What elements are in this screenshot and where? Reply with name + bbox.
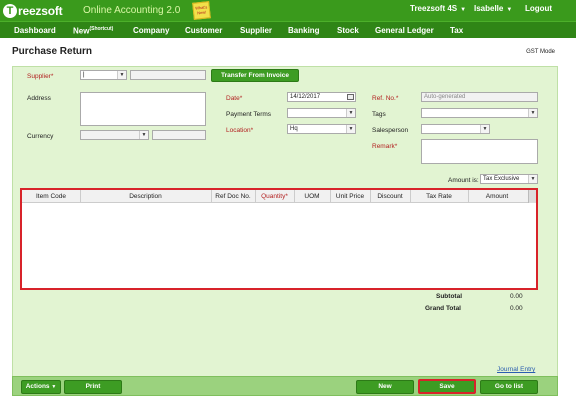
col-discount[interactable]: Discount bbox=[370, 193, 410, 200]
main-navigation: Dashboard New(Shortcut) Company Customer… bbox=[0, 21, 576, 38]
ref-no-label: Ref. No.* bbox=[372, 95, 399, 102]
date-input[interactable]: 14/12/2017 bbox=[287, 92, 356, 102]
new-button[interactable]: New bbox=[356, 380, 414, 394]
chevron-down-icon[interactable]: ▼ bbox=[528, 109, 537, 117]
chevron-down-icon: ▼ bbox=[460, 7, 467, 13]
date-label: Date* bbox=[226, 95, 243, 102]
transfer-from-invoice-button[interactable]: Transfer From Invoice bbox=[211, 69, 299, 82]
tags-select[interactable]: ▼ bbox=[421, 108, 538, 118]
location-value: Hq bbox=[290, 126, 298, 132]
calendar-icon[interactable] bbox=[347, 94, 354, 100]
actions-button[interactable]: Actions ▼ bbox=[21, 380, 61, 394]
whats-new-badge[interactable]: What's New! bbox=[192, 1, 211, 20]
organization-menu[interactable]: Treezsoft 4S ▼ bbox=[410, 4, 466, 13]
treezsoft-logo[interactable]: T reezsoft bbox=[3, 2, 63, 19]
supplier-select[interactable]: | ▼ bbox=[80, 70, 127, 80]
chevron-down-icon: ▼ bbox=[506, 7, 513, 13]
currency-label: Currency bbox=[27, 133, 54, 140]
col-amount[interactable]: Amount bbox=[468, 193, 526, 200]
nav-company[interactable]: Company bbox=[133, 26, 169, 35]
chevron-down-icon[interactable]: ▼ bbox=[346, 109, 355, 117]
col-unit-price[interactable]: Unit Price bbox=[330, 193, 370, 200]
print-button[interactable]: Print bbox=[64, 380, 122, 394]
ref-no-field[interactable]: Auto-generated bbox=[421, 92, 538, 102]
chevron-down-icon[interactable]: ▼ bbox=[346, 125, 355, 133]
chevron-down-icon[interactable]: ▼ bbox=[117, 71, 126, 79]
user-name: Isabelle bbox=[474, 4, 504, 13]
col-item-code[interactable]: Item Code bbox=[22, 193, 80, 200]
col-description[interactable]: Description bbox=[80, 193, 211, 200]
address-textarea[interactable] bbox=[80, 92, 206, 126]
actions-label: Actions bbox=[25, 383, 50, 390]
col-quantity[interactable]: Quantity* bbox=[255, 193, 294, 200]
chevron-down-icon[interactable]: ▼ bbox=[139, 131, 148, 139]
logout-link[interactable]: Logout bbox=[525, 4, 552, 13]
gst-mode-label: GST Mode bbox=[526, 49, 555, 55]
item-grid-header: Item Code Description Ref Doc No. Quanti… bbox=[22, 190, 536, 203]
nav-stock[interactable]: Stock bbox=[337, 26, 359, 35]
user-menu[interactable]: Isabelle ▼ bbox=[474, 4, 512, 13]
supplier-label: Supplier* bbox=[27, 73, 54, 80]
date-value: 14/12/2017 bbox=[290, 94, 321, 100]
payment-terms-select[interactable]: ▼ bbox=[287, 108, 356, 118]
page-title: Purchase Return bbox=[12, 46, 93, 57]
salesperson-select[interactable]: ▼ bbox=[421, 124, 490, 134]
top-header-bar: T reezsoft Online Accounting 2.0 What's … bbox=[0, 0, 576, 21]
nav-dashboard[interactable]: Dashboard bbox=[14, 26, 56, 35]
col-ref-doc-no[interactable]: Ref Doc No. bbox=[211, 193, 255, 200]
location-select[interactable]: Hq ▼ bbox=[287, 124, 356, 134]
ref-no-value: Auto-generated bbox=[424, 94, 466, 100]
item-grid[interactable]: Item Code Description Ref Doc No. Quanti… bbox=[20, 188, 538, 290]
save-button[interactable]: Save bbox=[418, 379, 476, 394]
exchange-rate-field[interactable] bbox=[152, 130, 206, 140]
app-subtitle: Online Accounting 2.0 bbox=[83, 5, 181, 16]
amount-is-select[interactable]: Tax Exclusive ▼ bbox=[480, 174, 538, 184]
nav-new-shortcut[interactable]: New(Shortcut) bbox=[73, 26, 113, 36]
organization-name: Treezsoft 4S bbox=[410, 4, 458, 13]
grand-total-value: 0.00 bbox=[510, 305, 523, 312]
subtotal-label: Subtotal bbox=[436, 293, 462, 300]
grid-scrollbar[interactable] bbox=[528, 190, 536, 203]
journal-entry-link[interactable]: Journal Entry bbox=[497, 366, 535, 373]
col-tax-rate[interactable]: Tax Rate bbox=[410, 193, 468, 200]
chevron-down-icon[interactable]: ▼ bbox=[528, 175, 537, 183]
grand-total-label: Grand Total bbox=[425, 305, 461, 312]
logo-icon: T bbox=[3, 3, 17, 18]
amount-is-label: Amount is: bbox=[448, 177, 479, 184]
nav-tax[interactable]: Tax bbox=[450, 26, 463, 35]
nav-new-suffix: (Shortcut) bbox=[89, 26, 114, 32]
salesperson-label: Salesperson bbox=[372, 127, 409, 134]
remark-label: Remark* bbox=[372, 143, 398, 150]
chevron-down-icon[interactable]: ▼ bbox=[480, 125, 489, 133]
nav-new-label: New bbox=[73, 26, 90, 36]
caret-down-icon: ▼ bbox=[51, 384, 57, 390]
nav-general-ledger[interactable]: General Ledger bbox=[375, 26, 434, 35]
remark-textarea[interactable] bbox=[421, 139, 538, 164]
supplier-name-field[interactable] bbox=[130, 70, 206, 80]
subtotal-value: 0.00 bbox=[510, 293, 523, 300]
go-to-list-button[interactable]: Go to list bbox=[480, 380, 538, 394]
nav-banking[interactable]: Banking bbox=[288, 26, 320, 35]
tags-label: Tags bbox=[372, 111, 386, 118]
amount-is-value: Tax Exclusive bbox=[483, 176, 520, 182]
location-label: Location* bbox=[226, 127, 254, 134]
address-label: Address bbox=[27, 95, 51, 102]
nav-supplier[interactable]: Supplier bbox=[240, 26, 272, 35]
currency-select[interactable]: ▼ bbox=[80, 130, 149, 140]
nav-customer[interactable]: Customer bbox=[185, 26, 222, 35]
col-uom[interactable]: UOM bbox=[294, 193, 330, 200]
logo-text: reezsoft bbox=[18, 3, 63, 18]
payment-terms-label: Payment Terms bbox=[226, 111, 272, 118]
